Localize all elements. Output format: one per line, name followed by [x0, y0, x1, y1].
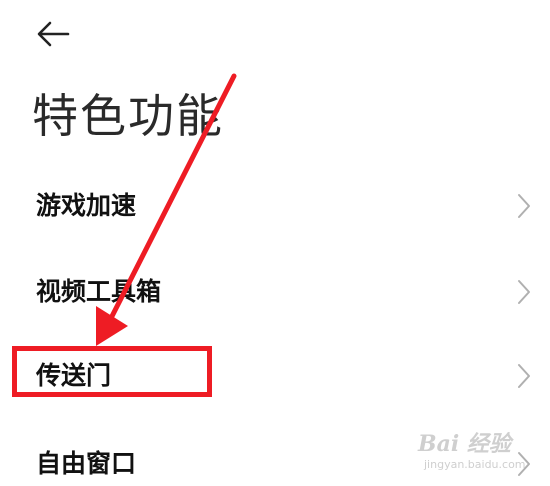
- arrow-left-icon: [37, 21, 70, 47]
- watermark: Bai 经验 jingyan.baidu.com: [410, 418, 545, 480]
- back-button[interactable]: [30, 14, 78, 54]
- menu-item-game-acceleration[interactable]: 游戏加速: [0, 170, 550, 242]
- chevron-right-icon: [518, 280, 530, 304]
- watermark-url: jingyan.baidu.com: [424, 458, 526, 471]
- watermark-brand: Bai 经验: [418, 431, 511, 457]
- menu-item-label: 游戏加速: [36, 191, 137, 220]
- chevron-right-icon: [518, 364, 530, 388]
- chevron-right-icon: [518, 194, 530, 218]
- page-title: 特色功能: [32, 89, 224, 143]
- menu-item-label: 自由窗口: [36, 449, 137, 478]
- menu-item-label: 视频工具箱: [36, 277, 162, 306]
- highlight-box: [12, 346, 212, 397]
- menu-item-video-toolbox[interactable]: 视频工具箱: [0, 256, 550, 328]
- annotation-arrow: [96, 73, 237, 346]
